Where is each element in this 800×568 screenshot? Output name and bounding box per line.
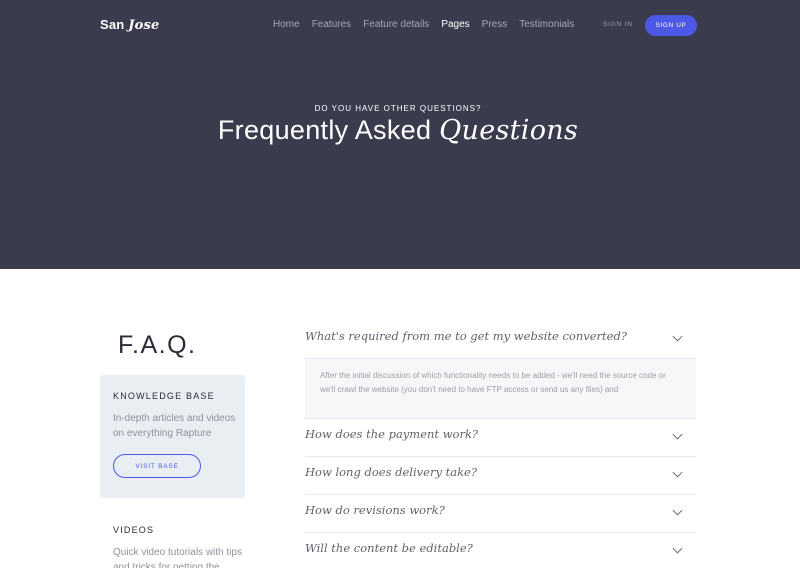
faq-question[interactable]: What's required from me to get my websit… xyxy=(305,321,696,359)
page-title-italic: Questions xyxy=(439,115,579,146)
chevron-down-icon[interactable] xyxy=(672,543,683,554)
nav-link-pages[interactable]: Pages xyxy=(441,19,469,30)
faq-answer: After the initial discussion of which fu… xyxy=(305,359,696,419)
sign-in-link[interactable]: SIGN IN xyxy=(603,21,633,28)
knowledge-base-description: In-depth articles and videos on everythi… xyxy=(113,413,236,439)
knowledge-base-title: KNOWLEDGE BASE xyxy=(113,391,215,401)
faq-question-text: Will the content be editable? xyxy=(305,541,473,555)
nav-menu: Home Features Feature details Pages Pres… xyxy=(273,19,586,30)
visit-base-button[interactable]: VISIT BASE xyxy=(113,454,201,478)
chevron-down-icon[interactable] xyxy=(672,331,683,342)
top-nav: San Jose Home Features Feature details P… xyxy=(0,0,800,52)
faq-question[interactable]: Will the content be editable? xyxy=(305,533,696,568)
chevron-down-icon[interactable] xyxy=(672,467,683,478)
faq-question[interactable]: How long does delivery take? xyxy=(305,457,696,495)
chevron-down-icon[interactable] xyxy=(672,505,683,516)
faq-question[interactable]: How does the payment work? xyxy=(305,419,696,457)
videos-description: Quick video tutorials with tips and tric… xyxy=(113,547,242,568)
faq-question-text: How long does delivery take? xyxy=(305,465,478,479)
faq-heading: F.A.Q. xyxy=(118,331,197,359)
page-title: Frequently Asked Questions xyxy=(0,115,796,146)
faq-accordion: What's required from me to get my websit… xyxy=(305,321,696,568)
nav-link-feature-details[interactable]: Feature details xyxy=(363,19,429,30)
brand-name-italic: Jose xyxy=(128,18,160,33)
page-title-plain: Frequently Asked xyxy=(217,115,432,145)
sign-up-button[interactable]: SIGN UP xyxy=(645,15,697,36)
nav-link-press[interactable]: Press xyxy=(482,19,508,30)
hero-section: San Jose Home Features Feature details P… xyxy=(0,0,800,269)
faq-question[interactable]: How do revisions work? xyxy=(305,495,696,533)
chevron-down-icon[interactable] xyxy=(672,429,683,440)
nav-link-features[interactable]: Features xyxy=(312,19,351,30)
knowledge-base-card: KNOWLEDGE BASE In-depth articles and vid… xyxy=(100,375,245,498)
videos-title: VIDEOS xyxy=(113,525,155,535)
nav-link-home[interactable]: Home xyxy=(273,19,300,30)
hero-eyebrow: DO YOU HAVE OTHER QUESTIONS? xyxy=(314,104,482,113)
brand-logo[interactable]: San Jose xyxy=(100,17,159,33)
nav-link-testimonials[interactable]: Testimonials xyxy=(519,19,574,30)
faq-question-text: How does the payment work? xyxy=(305,427,479,441)
faq-answer-text: After the initial discussion of which fu… xyxy=(320,371,666,394)
brand-name-plain: San xyxy=(100,17,125,32)
faq-question-text: What's required from me to get my websit… xyxy=(305,329,627,343)
faq-question-text: How do revisions work? xyxy=(305,503,445,517)
